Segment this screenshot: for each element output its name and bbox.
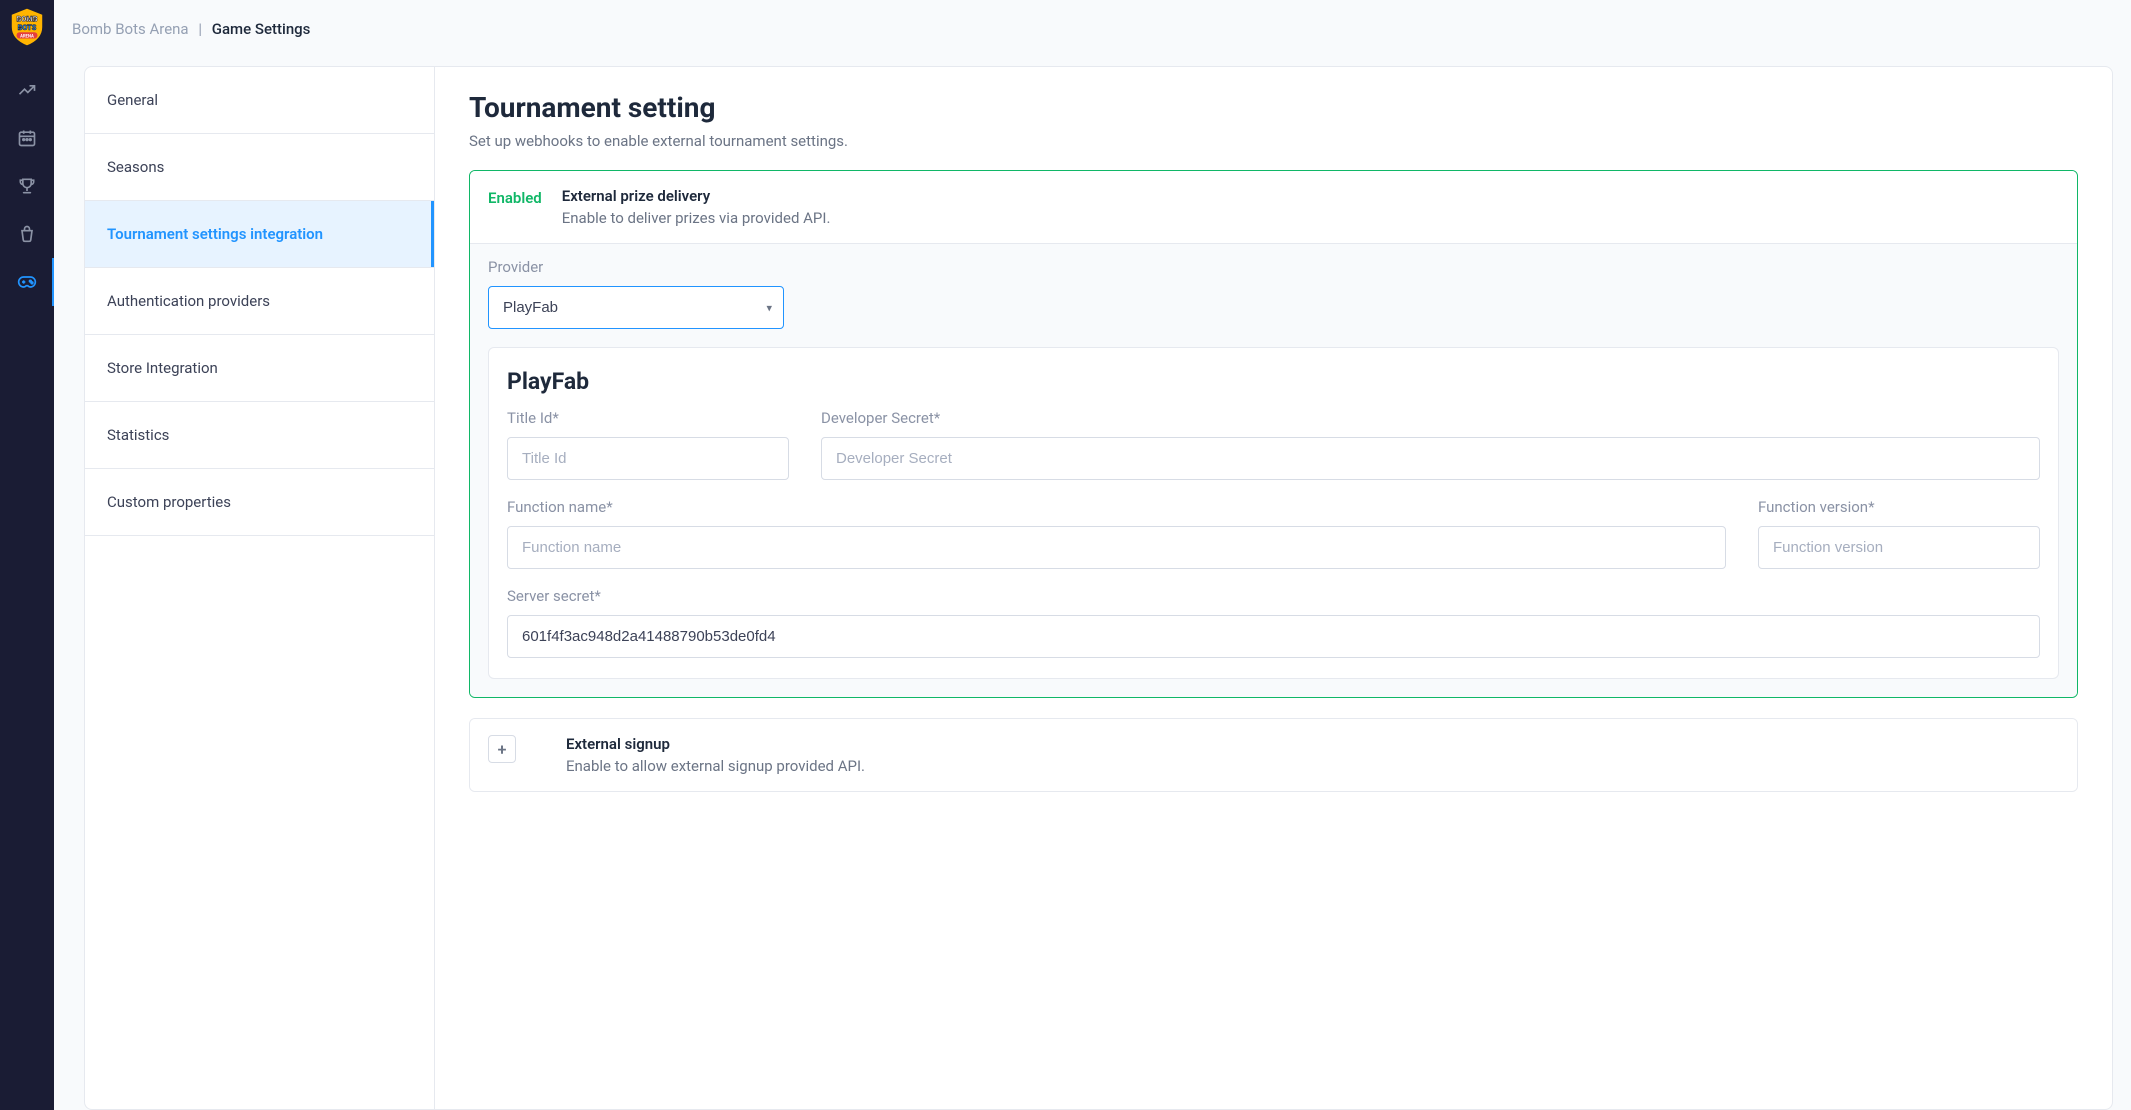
form-row-1: Title Id* Developer Secret* xyxy=(507,409,2040,480)
breadcrumb-app[interactable]: Bomb Bots Arena xyxy=(72,20,189,38)
settings-nav-custom[interactable]: Custom properties xyxy=(85,469,434,536)
app-logo[interactable]: BOMB BOTS ARENA xyxy=(0,0,54,54)
prize-card-body: Provider PlayFab PlayFab Title Id* xyxy=(470,243,2077,697)
prize-header-text: External prize delivery Enable to delive… xyxy=(562,187,2059,227)
server-secret-input[interactable] xyxy=(507,615,2040,658)
settings-nav-auth[interactable]: Authentication providers xyxy=(85,268,434,335)
dev-secret-input[interactable] xyxy=(821,437,2040,480)
playfab-title: PlayFab xyxy=(507,368,2040,395)
signup-header-text: External signup Enable to allow external… xyxy=(566,735,2059,775)
page-subtitle: Set up webhooks to enable external tourn… xyxy=(469,132,2078,150)
func-version-input[interactable] xyxy=(1758,526,2040,569)
main-sidebar: BOMB BOTS ARENA xyxy=(0,0,54,1110)
func-name-input[interactable] xyxy=(507,526,1726,569)
func-name-label: Function name* xyxy=(507,498,1726,516)
form-row-3: Server secret* xyxy=(507,587,2040,658)
breadcrumb-separator: | xyxy=(198,20,202,38)
svg-text:BOTS: BOTS xyxy=(18,23,37,32)
settings-content: Tournament setting Set up webhooks to en… xyxy=(434,66,2113,1110)
content-wrapper: General Seasons Tournament settings inte… xyxy=(54,48,2131,1110)
provider-select-wrap: PlayFab xyxy=(488,286,784,329)
func-version-label: Function version* xyxy=(1758,498,2040,516)
breadcrumb: Bomb Bots Arena | Game Settings xyxy=(54,0,2131,48)
settings-nav-statistics[interactable]: Statistics xyxy=(85,402,434,469)
nav-store[interactable] xyxy=(0,210,54,258)
func-version-group: Function version* xyxy=(1758,498,2040,569)
nav-game-settings[interactable] xyxy=(0,258,54,306)
signup-card: + External signup Enable to allow extern… xyxy=(469,718,2078,792)
prize-card-desc: Enable to deliver prizes via provided AP… xyxy=(562,209,2059,227)
signup-card-desc: Enable to allow external signup provided… xyxy=(566,757,2059,775)
func-name-group: Function name* xyxy=(507,498,1726,569)
prize-card-header: Enabled External prize delivery Enable t… xyxy=(470,171,2077,243)
prize-delivery-card: Enabled External prize delivery Enable t… xyxy=(469,170,2078,698)
title-id-label: Title Id* xyxy=(507,409,789,427)
svg-text:ARENA: ARENA xyxy=(20,35,34,40)
signup-expand-button[interactable]: + xyxy=(488,735,516,763)
dev-secret-label: Developer Secret* xyxy=(821,409,2040,427)
signup-card-title: External signup xyxy=(566,735,2059,753)
breadcrumb-current: Game Settings xyxy=(212,20,311,38)
server-secret-group: Server secret* xyxy=(507,587,2040,658)
playfab-card: PlayFab Title Id* Developer Secret* xyxy=(488,347,2059,679)
title-id-input[interactable] xyxy=(507,437,789,480)
signup-card-header: + External signup Enable to allow extern… xyxy=(470,719,2077,791)
nav-tournaments[interactable] xyxy=(0,162,54,210)
settings-nav-tournament[interactable]: Tournament settings integration xyxy=(85,201,434,268)
prize-status-badge: Enabled xyxy=(488,187,542,207)
form-row-2: Function name* Function version* xyxy=(507,498,2040,569)
settings-nav-store[interactable]: Store Integration xyxy=(85,335,434,402)
nav-icons xyxy=(0,66,54,306)
settings-nav: General Seasons Tournament settings inte… xyxy=(84,66,434,1110)
provider-select[interactable]: PlayFab xyxy=(488,286,784,329)
settings-nav-seasons[interactable]: Seasons xyxy=(85,134,434,201)
server-secret-label: Server secret* xyxy=(507,587,2040,605)
dev-secret-group: Developer Secret* xyxy=(821,409,2040,480)
main-content: Bomb Bots Arena | Game Settings General … xyxy=(54,0,2131,1110)
prize-card-title: External prize delivery xyxy=(562,187,2059,205)
nav-schedule[interactable] xyxy=(0,114,54,162)
settings-nav-general[interactable]: General xyxy=(85,67,434,134)
provider-label: Provider xyxy=(488,258,2059,276)
title-id-group: Title Id* xyxy=(507,409,789,480)
page-title: Tournament setting xyxy=(469,91,2078,124)
nav-analytics[interactable] xyxy=(0,66,54,114)
